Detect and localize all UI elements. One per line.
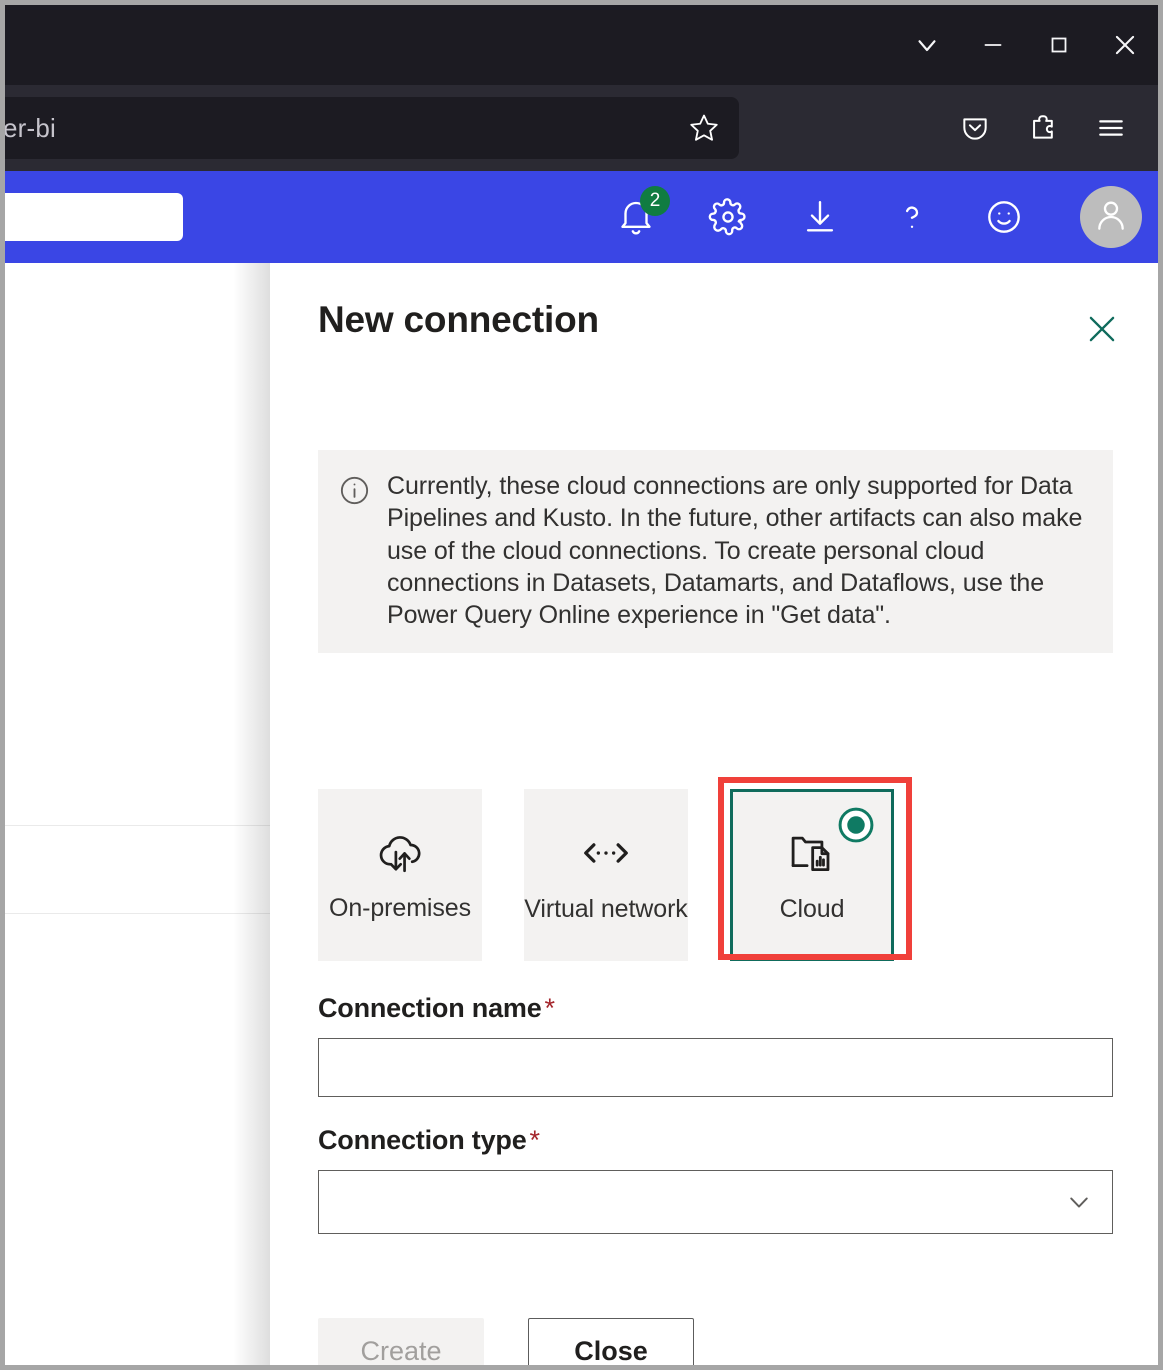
app-header-actions: 2 [614,171,1142,263]
browser-toolbar-icons [954,85,1148,171]
hamburger-menu-button[interactable] [1090,107,1132,149]
connection-kind-selector: On-premises Virtual network [318,789,894,961]
label-text: Connection type [318,1125,527,1155]
virtual-network-icon [579,826,633,880]
global-search-input[interactable] [0,193,183,241]
create-button[interactable]: Create [318,1318,484,1370]
connection-kind-cloud[interactable]: Cloud [730,789,894,961]
extensions-button[interactable] [1022,107,1064,149]
screenshot-root: er-bi [0,0,1163,1370]
connection-kind-label: Virtual network [524,894,687,925]
new-connection-panel: New connection Currently, these cloud co… [270,263,1158,1365]
download-button[interactable] [798,195,842,239]
cloud-folder-data-icon [785,826,839,880]
account-avatar[interactable] [1080,186,1142,248]
chevron-down-icon [1062,1185,1096,1219]
background-divider [5,825,297,826]
window-controls [894,5,1158,85]
notifications-button[interactable]: 2 [614,195,658,239]
maximize-button[interactable] [1026,5,1092,85]
panel-footer: Create Close [318,1318,694,1370]
required-asterisk: * [530,1125,540,1155]
pocket-icon [959,112,991,144]
address-bar-text: er-bi [3,113,56,144]
chevron-down-icon [912,30,942,60]
bookmark-star-button[interactable] [687,111,721,145]
person-icon [1091,195,1131,240]
selected-radio-icon [835,804,877,846]
close-icon [1110,30,1140,60]
minimize-icon [980,32,1006,58]
close-icon [1083,310,1121,348]
panel-header: New connection [270,263,1158,393]
connection-name-field: Connection name* [318,993,1113,1097]
info-message-text: Currently, these cloud connections are o… [387,470,1091,631]
notifications-badge: 2 [640,186,670,216]
powerbi-app-header: 2 [5,171,1158,263]
background-divider [5,913,297,914]
star-icon [687,132,721,149]
cloud-sync-icon [374,827,426,879]
browser-titlebar [5,5,1158,85]
tab-list-chevron-button[interactable] [894,5,960,85]
connection-type-label: Connection type* [318,1125,1113,1156]
connection-kind-label: Cloud [780,894,845,925]
help-icon [891,196,933,238]
panel-body: Currently, these cloud connections are o… [318,393,1113,1365]
connection-type-field: Connection type* [318,1125,1113,1234]
hamburger-menu-icon [1095,112,1127,144]
close-button[interactable]: Close [528,1318,694,1370]
minimize-button[interactable] [960,5,1026,85]
label-text: Connection name [318,993,542,1023]
pocket-button[interactable] [954,107,996,149]
download-icon [799,196,841,238]
extensions-icon [1027,112,1059,144]
panel-close-button[interactable] [1080,307,1124,351]
info-message-bar: Currently, these cloud connections are o… [318,450,1113,653]
connection-kind-on-premises[interactable]: On-premises [318,789,482,961]
connection-kind-label: On-premises [329,893,471,924]
settings-button[interactable] [706,195,750,239]
feedback-smiley-icon [983,196,1025,238]
help-button[interactable] [890,195,934,239]
connection-name-label: Connection name* [318,993,1113,1024]
browser-navbar: er-bi [5,85,1158,171]
feedback-button[interactable] [982,195,1026,239]
settings-gear-icon [707,196,749,238]
page-title: New connection [318,299,599,341]
connection-name-input[interactable] [318,1038,1113,1097]
maximize-icon [1047,33,1071,57]
connection-type-dropdown[interactable] [318,1170,1113,1234]
window-close-button[interactable] [1092,5,1158,85]
info-icon [338,474,371,631]
connection-kind-virtual-network[interactable]: Virtual network [524,789,688,961]
address-bar[interactable]: er-bi [0,97,739,159]
required-asterisk: * [545,993,555,1023]
